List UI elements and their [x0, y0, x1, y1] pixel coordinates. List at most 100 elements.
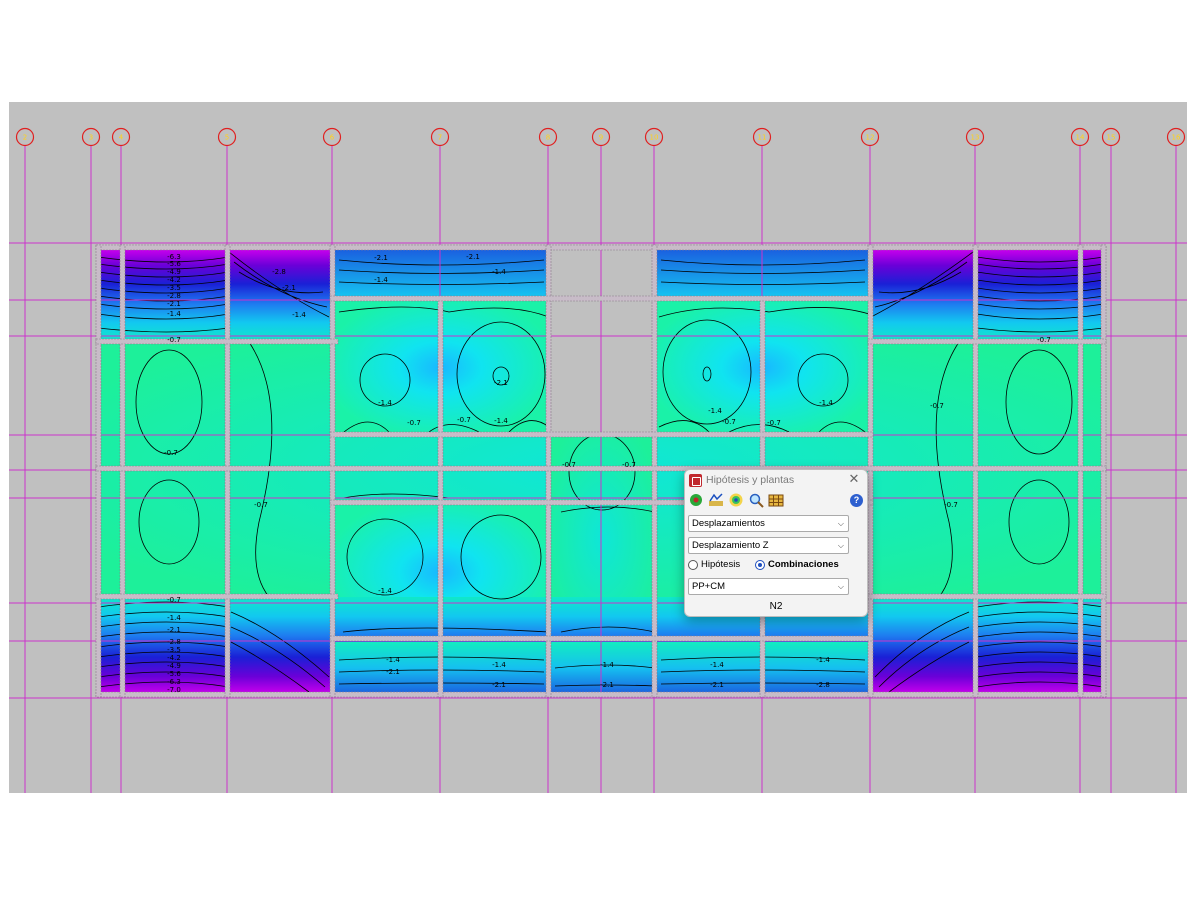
contour-value-label: -0.7 [1037, 336, 1051, 344]
axis-bubble-14[interactable]: 14 [1070, 127, 1090, 147]
axis-label: 3 [89, 134, 93, 142]
contour-value-label: -0.7 [767, 419, 781, 427]
contour-value-label: -6.3 [167, 678, 181, 686]
contour-value-label: -1.4 [378, 399, 392, 407]
contour-value-label: -1.4 [492, 268, 506, 276]
dialog-toolbar [688, 492, 864, 510]
hypotheses-floors-dialog[interactable]: Hipótesis y plantas ✕ ? Desplazamientos … [684, 469, 868, 617]
contour-value-label: -1.4 [386, 656, 400, 664]
contour-value-label: -4.2 [167, 276, 181, 284]
contour-value-label: -0.7 [622, 461, 636, 469]
result-component-value: Desplazamiento Z [692, 540, 769, 551]
result-component-select[interactable]: Desplazamiento Z ⌵ [688, 537, 849, 554]
contour-value-label: -4.9 [167, 268, 181, 276]
axis-bubble-4[interactable]: 4 [111, 127, 131, 147]
contour-value-label: -1.4 [492, 661, 506, 669]
axis-bubble-3[interactable]: 3 [81, 127, 101, 147]
axis-label: 12 [866, 134, 875, 142]
axis-label: 11 [758, 134, 767, 142]
contour-value-label: -1.4 [494, 417, 508, 425]
contour-value-label: -1.4 [167, 614, 181, 622]
dialog-title: Hipótesis y plantas [706, 474, 795, 486]
contour-value-label: -2.1 [494, 379, 508, 387]
contour-value-label: -4.2 [167, 654, 181, 662]
axis-bubble-8[interactable]: 8 [538, 127, 558, 147]
view-icon[interactable] [688, 492, 704, 508]
contour-value-label: -0.7 [944, 501, 958, 509]
contour-value-label: -2.1 [167, 300, 181, 308]
axis-bubble-12[interactable]: 12 [860, 127, 880, 147]
dialog-titlebar[interactable]: Hipótesis y plantas ✕ [685, 470, 867, 490]
contour-value-label: -1.4 [816, 656, 830, 664]
contour-value-label: -2.1 [167, 626, 181, 634]
contour-value-label: -2.1 [600, 681, 614, 689]
contour-value-label: -0.7 [167, 596, 181, 604]
axis-bubble-6[interactable]: 6 [322, 127, 342, 147]
axis-bubble-5[interactable]: 5 [217, 127, 237, 147]
contour-value-label: -1.4 [710, 661, 724, 669]
axis-label: 7 [438, 134, 442, 142]
contour-value-label: -5.6 [167, 260, 181, 268]
contour-value-label: -2.1 [282, 284, 296, 292]
result-type-select[interactable]: Desplazamientos ⌵ [688, 515, 849, 532]
radio-combinaciones-label: Combinaciones [768, 559, 839, 570]
axis-label: 4 [119, 134, 124, 142]
contour-value-label: -0.7 [930, 402, 944, 410]
axis-bubble-16[interactable]: 16 [1166, 127, 1186, 147]
load-source-radio-group: Hipótesis Combinaciones [688, 559, 864, 573]
axis-label: 14 [1076, 134, 1085, 142]
displacement-contour-plot[interactable]: -6.3-5.6-4.9-4.2-3.5-2.8-2.1-1.4-0.7 -0.7… [9, 102, 1187, 793]
contour-value-label: -0.7 [562, 461, 576, 469]
axis-headers: 2 3 4 5 6 7 8 9 10 11 12 13 14 15 16 [15, 127, 1186, 147]
contour-value-label: -2.1 [492, 681, 506, 689]
contour-value-label: -0.7 [164, 449, 178, 457]
axis-label: 9 [599, 134, 603, 142]
help-icon[interactable]: ? [850, 494, 863, 507]
contour-value-label: -2.1 [710, 681, 724, 689]
contour-value-label: -4.9 [167, 662, 181, 670]
contour-value-label: -0.7 [254, 501, 268, 509]
contour-value-label: -7.0 [167, 686, 181, 694]
contour-value-label: -1.4 [167, 310, 181, 318]
contour-value-label: -1.4 [374, 276, 388, 284]
contour-value-label: -2.8 [167, 638, 181, 646]
zoom-icon[interactable] [748, 492, 764, 508]
floor-label: N2 [769, 601, 783, 612]
contour-value-label: -1.4 [378, 587, 392, 595]
combination-select[interactable]: PP+CM ⌵ [688, 578, 849, 595]
radio-combinaciones[interactable] [755, 560, 765, 570]
combination-value: PP+CM [692, 581, 725, 592]
radio-hipotesis-label: Hipótesis [701, 559, 741, 570]
axis-bubble-2[interactable]: 2 [15, 127, 35, 147]
contour-icon[interactable] [728, 492, 744, 508]
axis-bubble-15[interactable]: 15 [1101, 127, 1121, 147]
axis-label: 13 [971, 134, 980, 142]
contour-value-label: -0.7 [167, 336, 181, 344]
contour-value-label: -2.8 [816, 681, 830, 689]
axis-bubble-11[interactable]: 11 [752, 127, 772, 147]
axis-bubble-9[interactable]: 9 [591, 127, 611, 147]
contour-value-label: -3.5 [167, 284, 181, 292]
axis-label: 5 [225, 134, 229, 142]
model-viewport[interactable]: -6.3 -5.6 -4.9 -4.2 -3.5 -2.8 -2.1 -1.4 -0.7 -0.7… [9, 102, 1187, 793]
close-icon[interactable]: ✕ [847, 472, 861, 486]
contour-value-label: -5.6 [167, 670, 181, 678]
contour-value-label: -2.8 [272, 268, 286, 276]
axis-label: 10 [650, 134, 659, 142]
grid-icon[interactable] [768, 492, 784, 508]
contour-value-label: -3.5 [167, 646, 181, 654]
axis-bubble-10[interactable]: 10 [644, 127, 664, 147]
radio-hipotesis[interactable] [688, 560, 698, 570]
contour-value-label: -2.1 [374, 254, 388, 262]
result-type-value: Desplazamientos [692, 518, 765, 529]
contour-value-label: -0.7 [457, 416, 471, 424]
chevron-down-icon: ⌵ [837, 519, 844, 528]
chevron-down-icon: ⌵ [837, 582, 844, 591]
contour-value-label: -2.1 [466, 253, 480, 261]
chevron-down-icon: ⌵ [837, 541, 844, 550]
axis-bubble-13[interactable]: 13 [965, 127, 985, 147]
axis-bubble-7[interactable]: 7 [430, 127, 450, 147]
contour-value-label: -1.4 [600, 661, 614, 669]
graph-icon[interactable] [708, 492, 724, 508]
contour-value-label: -0.7 [722, 418, 736, 426]
